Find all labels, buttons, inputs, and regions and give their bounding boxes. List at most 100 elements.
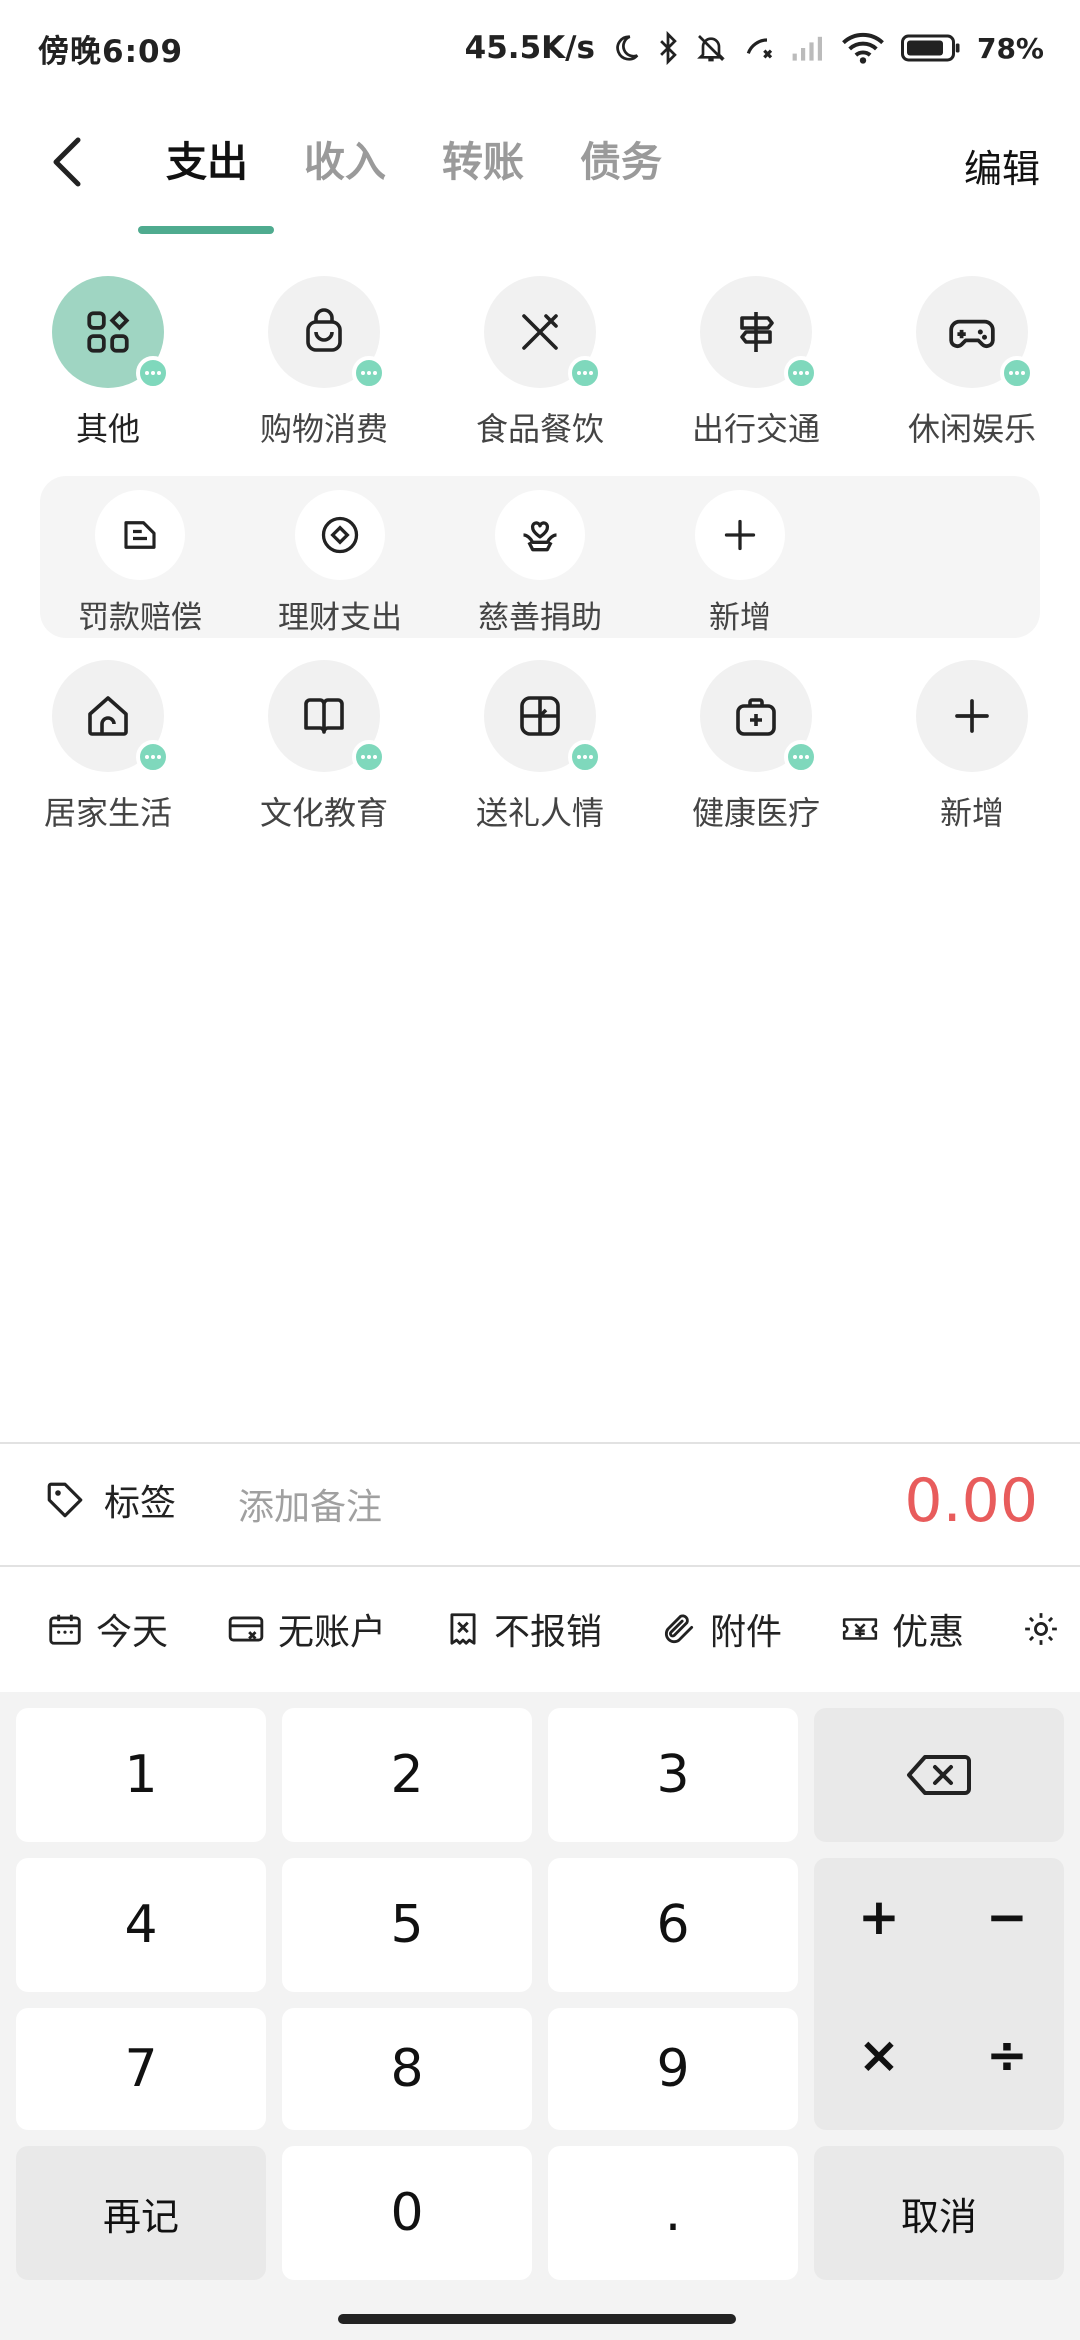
subcategory-icon-bg xyxy=(495,490,585,580)
backspace-key[interactable] xyxy=(814,1708,1064,1842)
category-education[interactable]: 文化教育 xyxy=(216,660,432,834)
option-label: 不报销 xyxy=(494,1612,603,1653)
more-badge xyxy=(136,740,170,774)
key-5[interactable]: 5 xyxy=(282,1858,532,1992)
category-gift[interactable]: 送礼人情 xyxy=(432,660,648,834)
attachment-option[interactable]: 附件 xyxy=(660,1603,782,1655)
category-row-1: 其他 购物消费 食品餐饮 出行交通 休闲娱乐 xyxy=(0,276,1080,450)
plus-icon xyxy=(955,699,989,733)
card-icon xyxy=(228,1616,264,1642)
account-option[interactable]: 无账户 xyxy=(226,1603,386,1655)
option-label: 优惠 xyxy=(892,1612,965,1653)
category-home[interactable]: 居家生活 xyxy=(0,660,216,834)
back-button[interactable] xyxy=(46,134,94,190)
category-transport[interactable]: 出行交通 xyxy=(648,276,864,450)
subcategory-add[interactable]: 新增 xyxy=(640,476,840,638)
more-badge xyxy=(352,356,386,390)
cancel-key[interactable]: 取消 xyxy=(814,2146,1064,2280)
wifi-icon xyxy=(841,32,885,64)
category-icon-bg xyxy=(52,276,170,390)
date-option[interactable]: 今天 xyxy=(46,1603,168,1655)
reimburse-option[interactable]: 不报销 xyxy=(444,1603,602,1655)
category-icon-bg xyxy=(916,276,1034,390)
more-badge xyxy=(568,356,602,390)
key-7[interactable]: 7 xyxy=(16,2008,266,2130)
option-label: 附件 xyxy=(710,1612,783,1653)
key-4[interactable]: 4 xyxy=(16,1858,266,1992)
more-badge xyxy=(136,356,170,390)
signpost-icon xyxy=(740,312,774,352)
edit-button[interactable]: 编辑 xyxy=(964,138,1040,193)
more-badge xyxy=(352,740,386,774)
category-icon-bg xyxy=(52,660,170,774)
gamepad-icon xyxy=(949,319,995,348)
key-3[interactable]: 3 xyxy=(548,1708,798,1842)
key-0[interactable]: 0 xyxy=(282,2146,532,2280)
note-bar: 标签 添加备注 0.00 xyxy=(0,1444,1080,1566)
again-key[interactable]: 再记 xyxy=(16,2146,266,2280)
key-8[interactable]: 8 xyxy=(282,2008,532,2130)
more-badge xyxy=(1000,356,1034,390)
options-bar: 今天 无账户 不报销 附件 优惠 xyxy=(0,1566,1080,1692)
network-speed: 45.5K/s xyxy=(464,30,595,66)
category-label: 健康医疗 xyxy=(691,794,820,832)
bell-off-icon xyxy=(695,32,727,64)
multiply-key[interactable]: × xyxy=(858,2026,900,2084)
category-row-2: 居家生活 文化教育 送礼人情 健康医疗 新增 xyxy=(0,660,1080,834)
category-label: 新增 xyxy=(939,794,1004,832)
gear-icon xyxy=(1025,1613,1057,1645)
gift-icon xyxy=(520,696,560,736)
minus-key[interactable]: − xyxy=(986,1888,1028,1946)
key-9[interactable]: 9 xyxy=(548,2008,798,2130)
plus-key[interactable]: + xyxy=(858,1888,900,1946)
category-shopping[interactable]: 购物消费 xyxy=(216,276,432,450)
key-dot[interactable]: . xyxy=(548,2146,798,2280)
key-2[interactable]: 2 xyxy=(282,1708,532,1842)
discount-option[interactable]: 优惠 xyxy=(840,1603,964,1655)
tag-label: 标签 xyxy=(104,1483,177,1524)
note-input[interactable]: 添加备注 xyxy=(238,1478,382,1530)
call-off-icon xyxy=(743,32,775,64)
coin-icon xyxy=(321,516,359,554)
type-tabs: 支出 收入 转账 债务 xyxy=(138,134,690,194)
signal-icon xyxy=(791,34,825,62)
more-badge xyxy=(784,740,818,774)
subcategory-icon-bg xyxy=(95,490,185,580)
subcategory-fine[interactable]: 罚款赔偿 xyxy=(40,476,240,638)
subcategory-charity[interactable]: 慈善捐助 xyxy=(440,476,640,638)
tab-transfer[interactable]: 转账 xyxy=(414,134,552,194)
more-badge xyxy=(568,740,602,774)
battery-icon xyxy=(900,34,961,62)
no-reimburse-icon xyxy=(450,1613,476,1645)
settings-option[interactable] xyxy=(1022,1610,1060,1648)
option-label: 今天 xyxy=(96,1612,169,1653)
category-label: 其他 xyxy=(75,410,140,448)
tag-button[interactable]: 标签 xyxy=(44,1474,176,1526)
category-label: 休闲娱乐 xyxy=(907,410,1036,448)
tab-expense[interactable]: 支出 xyxy=(138,134,276,194)
divide-key[interactable]: ÷ xyxy=(986,2026,1028,2084)
number-keypad: 1 2 3 4 5 6 7 8 9 + − × ÷ 再记 0 . 取消 xyxy=(0,1692,1080,2340)
category-icon-bg xyxy=(916,660,1028,772)
moon-icon xyxy=(611,33,641,63)
category-leisure[interactable]: 休闲娱乐 xyxy=(864,276,1080,450)
category-label: 食品餐饮 xyxy=(475,410,604,448)
active-tab-indicator xyxy=(138,226,274,234)
paperclip-icon xyxy=(664,1614,694,1644)
category-icon-bg xyxy=(268,276,386,390)
tab-income[interactable]: 收入 xyxy=(276,134,414,194)
key-6[interactable]: 6 xyxy=(548,1858,798,1992)
key-1[interactable]: 1 xyxy=(16,1708,266,1842)
category-other[interactable]: 其他 xyxy=(0,276,216,450)
home-indicator[interactable] xyxy=(338,2314,736,2324)
status-bar: 傍晚6:09 45.5K/s 78% xyxy=(0,0,1080,96)
top-nav: 支出 收入 转账 债务 编辑 xyxy=(0,96,1080,236)
category-health[interactable]: 健康医疗 xyxy=(648,660,864,834)
category-food[interactable]: 食品餐饮 xyxy=(432,276,648,450)
category-add[interactable]: 新增 xyxy=(864,660,1080,834)
tab-debt[interactable]: 债务 xyxy=(552,134,690,194)
subcategory-investment[interactable]: 理财支出 xyxy=(240,476,440,638)
status-icons: 45.5K/s 78% xyxy=(465,30,1044,66)
subcategory-icon-bg xyxy=(695,490,785,580)
category-label: 文化教育 xyxy=(259,794,388,832)
